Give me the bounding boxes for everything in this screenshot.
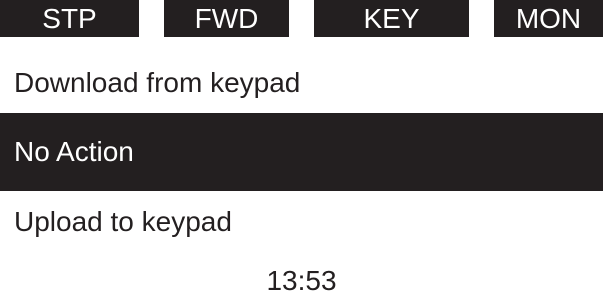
status-direction-indicator: FWD (164, 0, 289, 37)
menu-item-upload-to-keypad[interactable]: Upload to keypad (0, 183, 603, 261)
menu-item-no-action-selected[interactable]: No Action (0, 113, 603, 191)
status-mode-indicator: MON (494, 0, 603, 37)
status-stop-indicator: STP (0, 0, 139, 37)
clock-time: 13:53 (266, 265, 337, 296)
status-bar: STP FWD KEY MON (0, 0, 603, 37)
status-control-source-indicator: KEY (314, 0, 469, 37)
menu-item-download-from-keypad[interactable]: Download from keypad (0, 44, 603, 122)
